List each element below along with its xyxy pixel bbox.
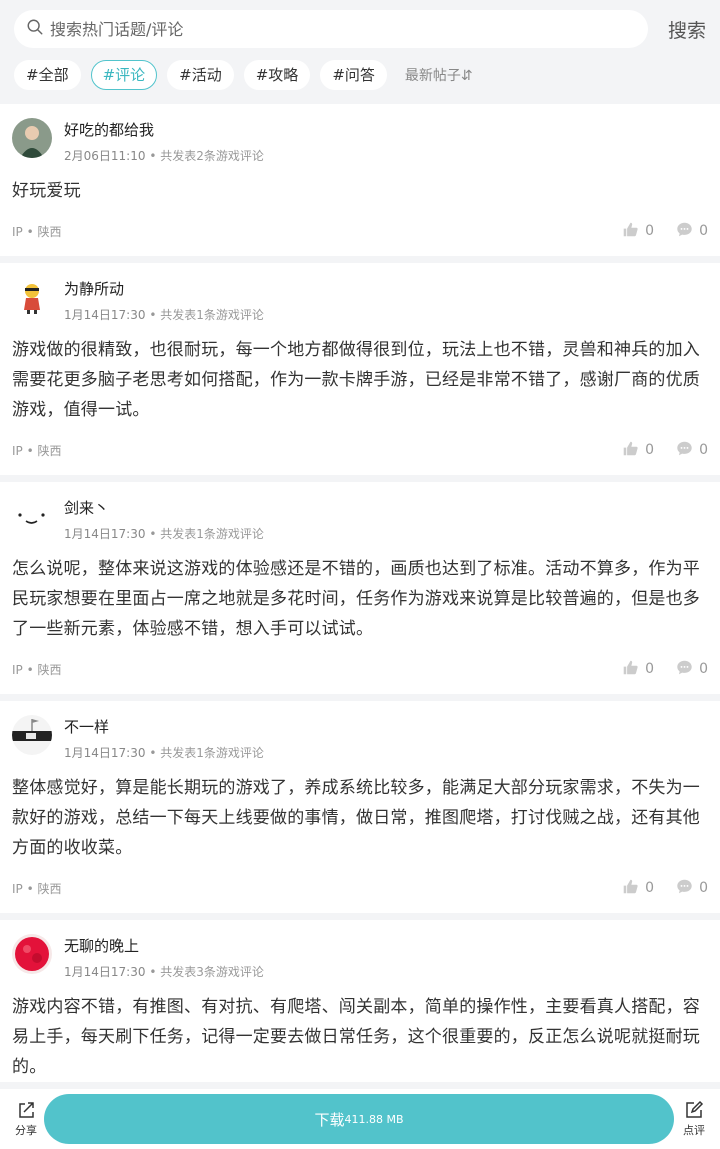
post-card[interactable]: 为静所动 1月14日17:30 • 共发表1条游戏评论 游戏做的很精致，也很耐玩…	[0, 263, 720, 475]
ip-location: IP • 陕西	[12, 224, 62, 239]
avatar[interactable]	[12, 496, 52, 536]
ip-location: IP • 陕西	[12, 443, 62, 458]
ip-location: IP • 陕西	[12, 662, 62, 677]
post-card[interactable]: 无聊的晚上 1月14日17:30 • 共发表3条游戏评论 游戏内容不错，有推图、…	[0, 920, 720, 1082]
comment-icon	[676, 221, 693, 242]
like-count: 0	[645, 442, 655, 458]
post-content[interactable]: 怎么说呢，整体来说这游戏的体验感还是不错的，画质也达到了标准。活动不算多，作为平…	[12, 554, 708, 644]
post-date: 2月06日11:10	[64, 149, 146, 163]
post-content[interactable]: 游戏内容不错，有推图、有对抗、有爬塔、闯关副本，简单的操作性，主要看真人搭配，容…	[12, 992, 708, 1082]
search-icon	[26, 18, 44, 40]
review-count: • 共发表3条游戏评论	[149, 965, 264, 979]
avatar[interactable]	[12, 277, 52, 317]
comment-count: 0	[699, 661, 708, 677]
tag-qa[interactable]: #问答	[320, 60, 387, 90]
username[interactable]: 无聊的晚上	[64, 936, 264, 956]
comment-button[interactable]: 0	[676, 878, 708, 899]
tag-all[interactable]: #全部	[14, 60, 81, 90]
post-date: 1月14日17:30	[64, 527, 146, 541]
post-card[interactable]: 好吃的都给我 2月06日11:10 • 共发表2条游戏评论 好玩爱玩 IP • …	[0, 104, 720, 256]
download-label: 下载	[314, 1110, 345, 1129]
review-label: 点评	[683, 1124, 705, 1137]
review-count: • 共发表1条游戏评论	[149, 746, 264, 760]
search-box[interactable]	[14, 10, 648, 48]
post-card[interactable]: 不一样 1月14日17:30 • 共发表1条游戏评论 整体感觉好，算是能长期玩的…	[0, 701, 720, 913]
comment-icon	[676, 659, 693, 680]
username[interactable]: 剑来丶	[64, 498, 264, 518]
avatar[interactable]	[12, 715, 52, 755]
username[interactable]: 好吃的都给我	[64, 120, 264, 140]
thumbs-up-icon	[622, 659, 639, 680]
comment-count: 0	[699, 880, 708, 896]
like-button[interactable]: 0	[622, 659, 654, 680]
comment-button[interactable]: 0	[676, 440, 708, 461]
avatar[interactable]	[12, 934, 52, 974]
review-count: • 共发表1条游戏评论	[149, 527, 264, 541]
ip-location: IP • 陕西	[12, 881, 62, 896]
search-button[interactable]: 搜索	[648, 16, 706, 43]
like-count: 0	[645, 661, 655, 677]
comment-count: 0	[699, 442, 708, 458]
post-feed: 好吃的都给我 2月06日11:10 • 共发表2条游戏评论 好玩爱玩 IP • …	[0, 104, 720, 1082]
comment-button[interactable]: 0	[676, 221, 708, 242]
comment-icon	[676, 440, 693, 461]
post-date: 1月14日17:30	[64, 965, 146, 979]
search-row: 搜索	[14, 10, 706, 48]
username[interactable]: 不一样	[64, 717, 264, 737]
post-content[interactable]: 整体感觉好，算是能长期玩的游戏了，养成系统比较多，能满足大部分玩家需求，不失为一…	[12, 773, 708, 863]
bottom-action-bar: 分享 下载 411.88 MB 点评	[0, 1089, 720, 1149]
tag-activity[interactable]: #活动	[167, 60, 234, 90]
post-content[interactable]: 游戏做的很精致，也很耐玩，每一个地方都做得很到位，玩法上也不错，灵兽和神兵的加入…	[12, 335, 708, 425]
thumbs-up-icon	[622, 440, 639, 461]
share-label: 分享	[15, 1124, 37, 1137]
comment-icon	[676, 878, 693, 899]
username[interactable]: 为静所动	[64, 279, 264, 299]
like-button[interactable]: 0	[622, 221, 654, 242]
share-icon	[12, 1100, 40, 1120]
post-date: 1月14日17:30	[64, 308, 146, 322]
thumbs-up-icon	[622, 221, 639, 242]
top-bar: 搜索 #全部 #评论 #活动 #攻略 #问答 最新帖子⇵	[0, 0, 720, 104]
review-button[interactable]: 点评	[680, 1100, 708, 1138]
tag-filter: #全部 #评论 #活动 #攻略 #问答 最新帖子⇵	[14, 60, 706, 90]
search-input[interactable]	[50, 19, 450, 39]
sort-selector[interactable]: 最新帖子⇵	[405, 65, 473, 85]
tag-review[interactable]: #评论	[90, 60, 158, 90]
avatar[interactable]	[12, 118, 52, 158]
post-card[interactable]: 剑来丶 1月14日17:30 • 共发表1条游戏评论 怎么说呢，整体来说这游戏的…	[0, 482, 720, 694]
post-content[interactable]: 好玩爱玩	[12, 176, 708, 206]
like-count: 0	[645, 223, 655, 239]
thumbs-up-icon	[622, 878, 639, 899]
share-button[interactable]: 分享	[12, 1100, 40, 1138]
review-count: • 共发表1条游戏评论	[149, 308, 264, 322]
tag-guide[interactable]: #攻略	[243, 60, 311, 90]
post-date: 1月14日17:30	[64, 746, 146, 760]
like-button[interactable]: 0	[622, 878, 654, 899]
comment-count: 0	[699, 223, 708, 239]
review-count: • 共发表2条游戏评论	[149, 149, 264, 163]
comment-button[interactable]: 0	[676, 659, 708, 680]
download-button[interactable]: 下载 411.88 MB	[44, 1094, 674, 1144]
like-button[interactable]: 0	[622, 440, 654, 461]
like-count: 0	[645, 880, 655, 896]
edit-icon	[680, 1100, 708, 1120]
download-size: 411.88 MB	[344, 1112, 404, 1126]
